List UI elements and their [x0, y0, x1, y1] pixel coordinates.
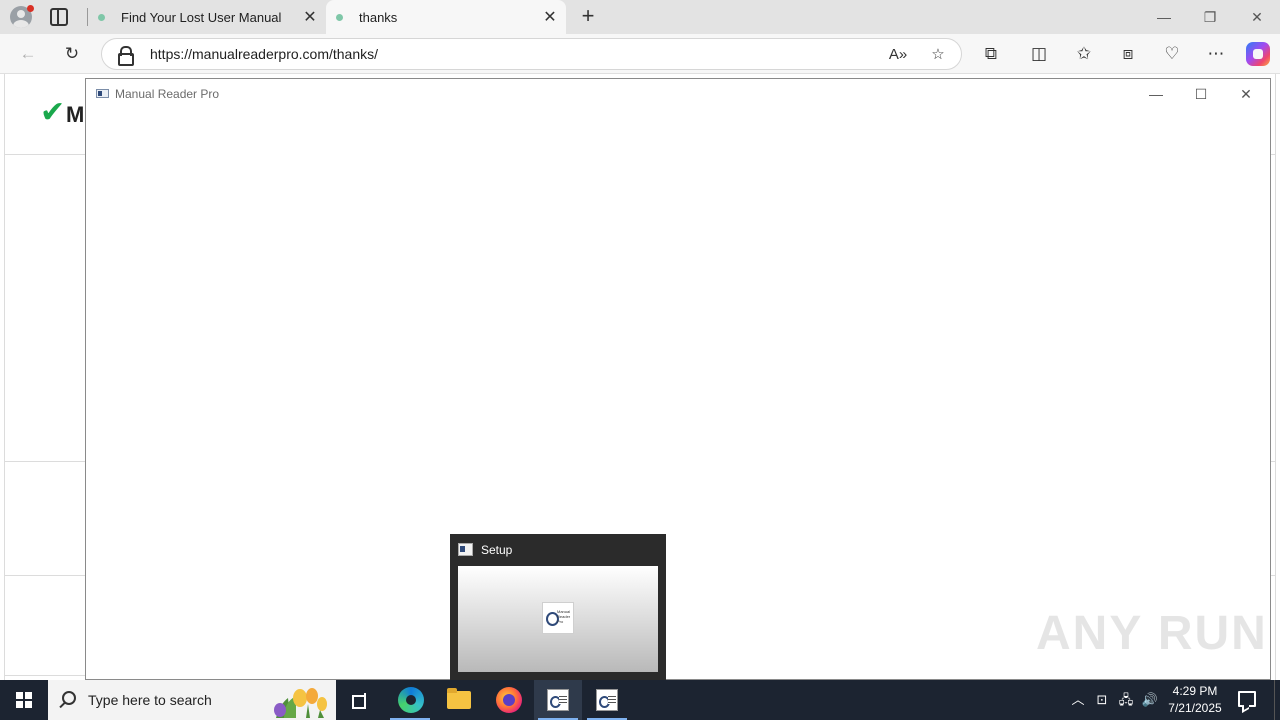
taskbar-setup[interactable] [583, 680, 631, 720]
new-tab-button[interactable]: + [576, 4, 600, 28]
manual-reader-pro-icon [547, 689, 569, 711]
taskbar-edge[interactable] [386, 680, 434, 720]
extensions-puzzle-icon[interactable]: ⧉ [979, 42, 1003, 66]
preview-logo-text: Manual Reader Pro [557, 609, 571, 624]
tab-strip: Find Your Lost User Manual ✕ thanks ✕ + … [0, 0, 1280, 34]
setup-icon [458, 543, 473, 556]
tab-close-icon[interactable]: ✕ [540, 7, 560, 27]
tab-title: Find Your Lost User Manual [121, 9, 282, 25]
folder-icon [447, 688, 471, 709]
copilot-icon[interactable] [1246, 42, 1270, 66]
checkmark-logo-icon: ✔ [40, 96, 66, 129]
task-view-icon [352, 693, 369, 709]
tray-app-icon[interactable]: ⊡ [1092, 690, 1112, 710]
profile-notification-dot [27, 5, 34, 12]
tab-close-icon[interactable]: ✕ [300, 7, 320, 27]
task-view-button[interactable] [336, 680, 384, 720]
browser-essentials-icon[interactable]: ♡ [1160, 42, 1184, 66]
address-url[interactable]: https://manualreaderpro.com/thanks/ [150, 46, 378, 62]
favorites-icon[interactable]: ✩ [1072, 42, 1096, 66]
favorite-star-icon[interactable]: ☆ [926, 43, 950, 67]
page-divider [4, 675, 86, 676]
volume-icon[interactable]: 🔊 [1140, 690, 1160, 710]
tab-find-your-lost-user-manual[interactable]: Find Your Lost User Manual ✕ [88, 0, 326, 34]
taskbar-thumbnail-preview[interactable]: Setup Manual Reader Pro [450, 534, 666, 680]
collections-icon[interactable]: ⧈ [1116, 42, 1140, 66]
manual-reader-pro-logo-icon: Manual Reader Pro [542, 602, 574, 634]
preview-thumbnail[interactable]: Manual Reader Pro [458, 566, 658, 672]
search-placeholder[interactable]: Type here to search [88, 692, 212, 708]
browser-close-button[interactable]: ✕ [1245, 6, 1269, 28]
app-maximize-button[interactable]: ☐ [1190, 83, 1212, 105]
clock-date: 7/21/2025 [1168, 701, 1222, 715]
browser-minimize-button[interactable]: — [1152, 6, 1176, 28]
more-menu-icon[interactable]: ⋯ [1204, 42, 1228, 66]
notifications-icon[interactable] [1238, 691, 1256, 707]
preview-title: Setup [481, 543, 513, 557]
page-divider [4, 575, 86, 576]
tulip-decoration-icon [274, 688, 327, 718]
setup-icon [596, 689, 618, 711]
network-icon[interactable]: 🖧 [1116, 690, 1136, 710]
tray-overflow-chevron-icon[interactable]: ︿ [1068, 690, 1088, 710]
lock-icon[interactable] [118, 46, 134, 66]
site-logo-text[interactable]: Manual Reader Pro [66, 102, 85, 128]
manual-reader-pro-window: Manual Reader Pro — ☐ ✕ [85, 78, 1271, 680]
page-divider [4, 154, 86, 155]
tab-favicon-icon [98, 13, 105, 21]
app-icon [96, 89, 109, 98]
show-desktop-button[interactable] [1274, 680, 1275, 720]
taskbar-search-box[interactable]: Type here to search [48, 680, 336, 720]
start-button[interactable] [0, 680, 48, 720]
tab-title: thanks [359, 9, 398, 25]
tab-actions-icon[interactable] [50, 8, 68, 26]
search-icon [62, 691, 76, 705]
page-divider [4, 461, 86, 462]
tab-favicon-icon [336, 13, 343, 21]
app-minimize-button[interactable]: — [1145, 83, 1167, 105]
read-aloud-icon[interactable]: A» [886, 43, 910, 67]
taskbar-manual-reader-pro[interactable] [534, 680, 582, 720]
back-arrow-icon[interactable]: ← [16, 42, 40, 66]
app-close-button[interactable]: ✕ [1235, 83, 1257, 105]
browser-toolbar: ← ↻ https://manualreaderpro.com/thanks/ … [0, 34, 1280, 74]
edge-icon [398, 687, 424, 713]
taskbar-firefox[interactable] [484, 680, 532, 720]
clock-time: 4:29 PM [1172, 684, 1218, 698]
taskbar-file-explorer[interactable] [435, 680, 483, 720]
taskbar: Type here to search ︿ ⊡ 🖧 🔊 4:29 PM 7/21… [0, 680, 1280, 720]
browser-restore-button[interactable]: ❐ [1198, 6, 1222, 28]
taskbar-clock[interactable]: 4:29 PM 7/21/2025 [1164, 683, 1226, 717]
anyrun-watermark: ANY RUN [1036, 607, 1268, 660]
firefox-icon [496, 687, 522, 713]
app-window-title: Manual Reader Pro [115, 87, 220, 101]
windows-logo-icon [16, 692, 32, 708]
address-bar[interactable]: https://manualreaderpro.com/thanks/ A» ☆ [101, 38, 962, 70]
split-screen-icon[interactable]: ◫ [1027, 42, 1051, 66]
reload-icon[interactable]: ↻ [60, 42, 84, 66]
tab-thanks[interactable]: thanks ✕ [326, 0, 566, 34]
